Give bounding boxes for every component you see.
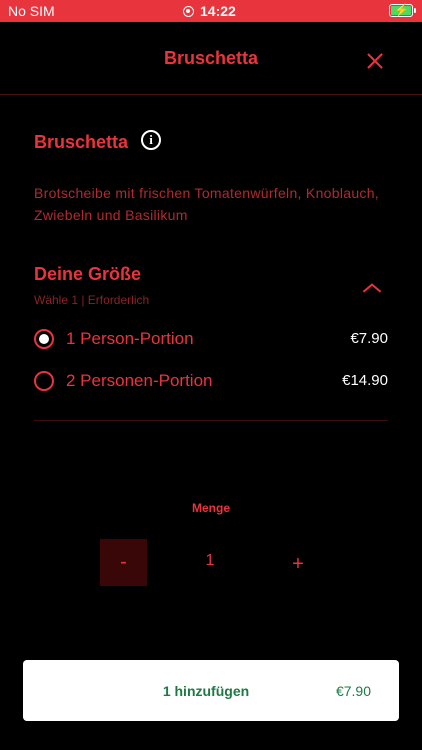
status-bar: No SIM 14:22 ⚡: [0, 0, 422, 22]
add-to-cart-button[interactable]: 1 hinzufügen €7.90: [23, 660, 399, 721]
option-price: €14.90: [342, 372, 388, 389]
modal-header: Bruschetta: [0, 22, 422, 95]
time-label: 14:22: [200, 3, 236, 19]
option-label: 1 Person-Portion: [66, 329, 194, 348]
quantity-increase-button[interactable]: +: [284, 552, 312, 576]
add-button-label: 1 hinzufügen: [162, 683, 250, 699]
chevron-up-icon[interactable]: [362, 281, 382, 295]
carrier-label: No SIM: [8, 3, 55, 19]
quantity-decrease-button[interactable]: -: [100, 539, 147, 586]
product-name: Bruschetta: [34, 132, 129, 152]
option-label: 2 Personen-Portion: [66, 371, 213, 390]
status-time: 14:22: [183, 3, 236, 19]
size-option-2-persons[interactable]: 2 Personen-Portion €14.90: [34, 366, 388, 396]
quantity-value: 1: [205, 552, 215, 569]
battery-cap: [414, 8, 416, 13]
size-option-1-person[interactable]: 1 Person-Portion €7.90: [34, 324, 388, 354]
info-icon[interactable]: i: [141, 130, 161, 150]
radio-unselected[interactable]: [34, 371, 54, 391]
recording-icon: [183, 5, 194, 17]
charging-bolt-icon: ⚡: [394, 3, 409, 17]
quantity-label: Menge: [191, 501, 230, 515]
radio-selected[interactable]: [34, 329, 54, 349]
add-button-price: €7.90: [335, 683, 371, 699]
size-group-title: Deine Größe: [34, 264, 142, 284]
option-price: €7.90: [350, 330, 388, 347]
page-title: Bruschetta: [163, 48, 259, 68]
close-icon[interactable]: [360, 46, 390, 76]
product-description: Brotscheibe mit frischen Tomatenwürfeln,…: [34, 185, 379, 223]
size-group-subtitle: Wähle 1 | Erforderlich: [34, 293, 150, 307]
battery-icon: ⚡: [389, 3, 413, 17]
divider: [34, 420, 388, 421]
